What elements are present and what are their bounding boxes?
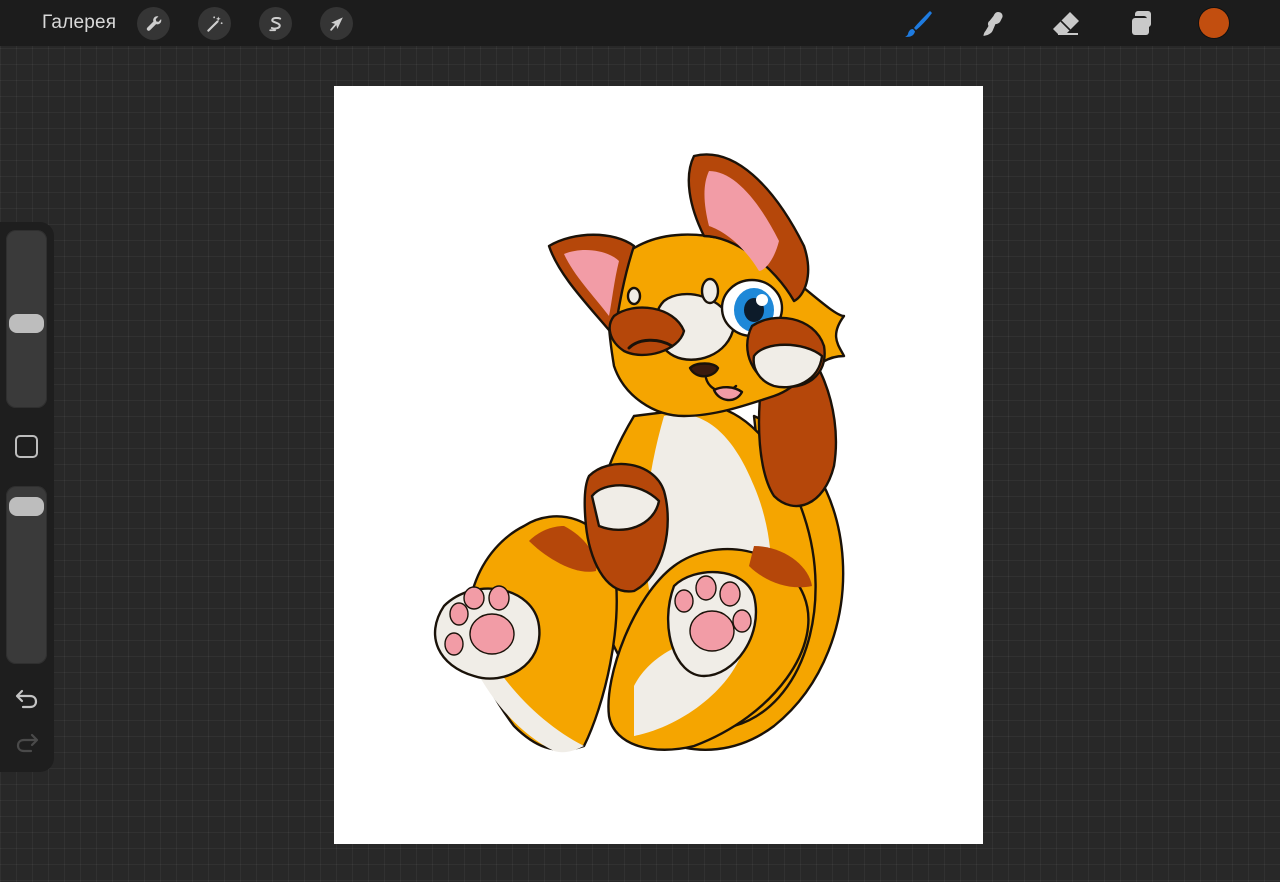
top-toolbar: Галерея (0, 0, 1280, 46)
smudge-tool-button[interactable] (975, 7, 1009, 41)
magic-wand-icon (206, 15, 223, 32)
opacity-thumb[interactable] (9, 496, 44, 516)
brush-icon (905, 11, 932, 37)
fox-character-illustration (433, 153, 846, 753)
undo-button[interactable] (13, 687, 41, 711)
eraser-icon (1053, 12, 1079, 35)
layers-tool-button[interactable] (1123, 7, 1157, 41)
redo-arrow-icon (16, 733, 39, 753)
brush-tool-button[interactable] (901, 7, 935, 41)
brush-size-thumb[interactable] (9, 314, 44, 334)
eraser-tool-button[interactable] (1049, 7, 1083, 41)
redo-button[interactable] (13, 731, 41, 755)
smudge-icon (983, 12, 1003, 36)
modify-button[interactable] (15, 435, 38, 458)
selection-s-icon (268, 16, 281, 31)
opacity-slider[interactable] (6, 486, 47, 664)
brush-size-slider[interactable] (6, 230, 47, 408)
drawing-canvas[interactable] (334, 86, 983, 844)
wrench-icon (146, 15, 161, 31)
arrow-cursor-icon (329, 16, 343, 31)
gallery-button[interactable]: Галерея (42, 12, 116, 34)
selection-button[interactable] (259, 7, 292, 40)
layers-icon (1130, 11, 1151, 35)
undo-arrow-icon (15, 689, 38, 709)
color-picker-button[interactable] (1199, 8, 1229, 38)
transform-button[interactable] (320, 7, 353, 40)
adjustments-button[interactable] (198, 7, 231, 40)
actions-button[interactable] (137, 7, 170, 40)
left-sidebar (0, 222, 54, 772)
